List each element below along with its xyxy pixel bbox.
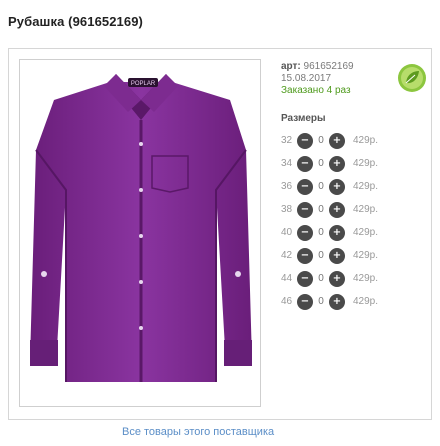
size-list: 32 − 0 + 429р. 34 − 0 + 429р. 36 − 0 + 4…	[281, 129, 411, 313]
price-value: 429р.	[353, 204, 379, 215]
size-row: 46 − 0 + 429р.	[281, 290, 411, 313]
quantity-value: 0	[318, 135, 324, 146]
minus-circle-icon[interactable]: −	[297, 155, 313, 172]
size-label: 40	[281, 227, 293, 238]
price-value: 429р.	[353, 296, 379, 307]
size-label: 38	[281, 204, 293, 215]
price-value: 429р.	[353, 181, 379, 192]
quantity-value: 0	[318, 227, 324, 238]
quantity-value: 0	[318, 181, 324, 192]
size-row: 38 − 0 + 429р.	[281, 198, 411, 221]
brand-tag-text: POPLAR	[131, 81, 156, 87]
shirt-image: POPLAR	[30, 74, 252, 382]
plus-circle-icon[interactable]: +	[329, 132, 345, 149]
size-label: 36	[281, 181, 293, 192]
price-value: 429р.	[353, 135, 379, 146]
size-row: 34 − 0 + 429р.	[281, 152, 411, 175]
minus-circle-icon[interactable]: −	[297, 224, 313, 241]
quantity-value: 0	[318, 273, 324, 284]
plus-circle-icon[interactable]: +	[329, 155, 345, 172]
price-value: 429р.	[353, 273, 379, 284]
product-photo[interactable]: POPLAR	[19, 59, 261, 407]
minus-circle-icon[interactable]: −	[297, 132, 313, 149]
size-row: 40 − 0 + 429р.	[281, 221, 411, 244]
price-value: 429р.	[353, 250, 379, 261]
plus-circle-icon[interactable]: +	[329, 201, 345, 218]
price-value: 429р.	[353, 227, 379, 238]
plus-circle-icon[interactable]: +	[329, 247, 345, 264]
article-label: арт:	[281, 61, 301, 72]
minus-circle-icon[interactable]: −	[297, 270, 313, 287]
sizes-header: Размеры	[281, 113, 326, 124]
quantity-value: 0	[318, 204, 324, 215]
plus-circle-icon[interactable]: +	[329, 270, 345, 287]
size-row: 32 − 0 + 429р.	[281, 129, 411, 152]
quantity-value: 0	[318, 296, 324, 307]
quantity-value: 0	[318, 158, 324, 169]
size-label: 44	[281, 273, 293, 284]
quantity-value: 0	[318, 250, 324, 261]
minus-circle-icon[interactable]: −	[297, 247, 313, 264]
leaf-eco-icon	[398, 64, 426, 92]
size-row: 44 − 0 + 429р.	[281, 267, 411, 290]
product-title: Рубашка (961652169)	[8, 14, 143, 29]
plus-circle-icon[interactable]: +	[329, 178, 345, 195]
plus-circle-icon[interactable]: +	[329, 293, 345, 310]
minus-circle-icon[interactable]: −	[297, 293, 313, 310]
size-label: 46	[281, 296, 293, 307]
size-label: 32	[281, 135, 293, 146]
size-label: 42	[281, 250, 293, 261]
plus-circle-icon[interactable]: +	[329, 224, 345, 241]
product-card: POPLAR арт: 961652169 15.08.2017 Заказан…	[8, 48, 432, 420]
minus-circle-icon[interactable]: −	[297, 178, 313, 195]
price-value: 429р.	[353, 158, 379, 169]
size-row: 42 − 0 + 429р.	[281, 244, 411, 267]
minus-circle-icon[interactable]: −	[297, 201, 313, 218]
article-number: 961652169	[303, 61, 354, 72]
size-label: 34	[281, 158, 293, 169]
size-row: 36 − 0 + 429р.	[281, 175, 411, 198]
supplier-products-link[interactable]: Все товары этого поставщика	[122, 426, 274, 438]
